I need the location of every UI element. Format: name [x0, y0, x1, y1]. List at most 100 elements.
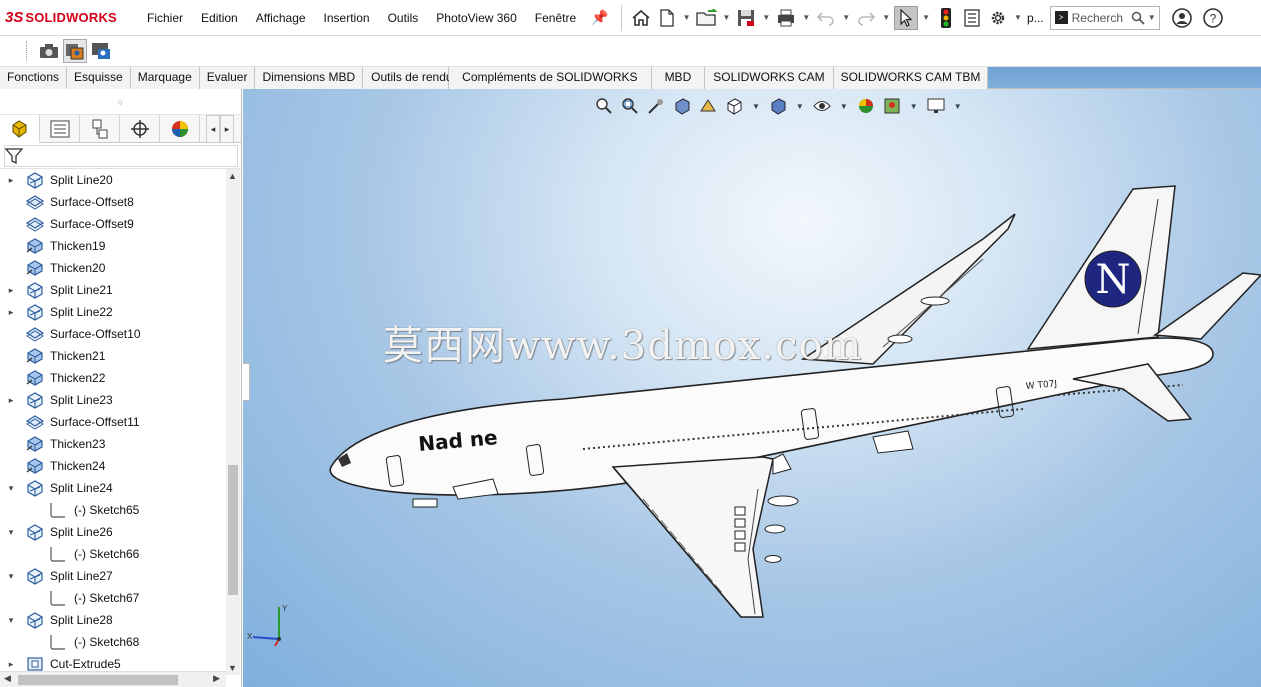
render-region-icon[interactable] [63, 39, 87, 63]
chevron-down-icon[interactable]: ▼ [762, 13, 770, 22]
select-pointer-icon[interactable] [894, 5, 919, 30]
tree-item[interactable]: Surface-Offset11 [0, 411, 226, 433]
expand-arrow-icon[interactable]: ▸ [6, 285, 16, 296]
menu-insertion[interactable]: Insertion [315, 11, 379, 25]
property-manager-tab-icon[interactable] [40, 115, 80, 143]
scroll-left-icon[interactable]: ◀ [4, 673, 11, 684]
user-account-icon[interactable] [1170, 6, 1194, 30]
tree-item[interactable]: ▾ Split Line24 [0, 477, 226, 499]
scroll-up-icon[interactable]: ▲ [228, 171, 237, 181]
feature-manager-tab-icon[interactable] [0, 115, 40, 143]
tab-fonctions[interactable]: Fonctions [0, 67, 68, 89]
dimxpert-tab-icon[interactable] [120, 115, 160, 143]
help-icon[interactable]: ? [1201, 6, 1225, 30]
solidworks-logo[interactable]: 3S SOLIDWORKS [0, 0, 138, 36]
scroll-down-icon[interactable]: ▼ [228, 663, 237, 673]
print-icon[interactable] [774, 6, 798, 30]
search-icon[interactable] [1131, 11, 1145, 25]
menu-outils[interactable]: Outils [379, 11, 428, 25]
tab-solidworks-cam-tbm[interactable]: SOLIDWORKS CAM TBM [833, 67, 989, 89]
tree-item[interactable]: Thicken19 [0, 235, 226, 257]
tree-item[interactable]: ▸ Split Line22 [0, 301, 226, 323]
tree-item[interactable]: (-) Sketch65 [0, 499, 226, 521]
filter-box[interactable] [4, 144, 238, 167]
search-input[interactable]: Recherch [1072, 11, 1131, 25]
chevron-down-icon[interactable]: ▼ [922, 13, 930, 22]
tree-item[interactable]: Surface-Offset10 [0, 323, 226, 345]
chevron-down-icon[interactable]: ▼ [1148, 13, 1156, 22]
tree-item[interactable]: Surface-Offset8 [0, 191, 226, 213]
open-folder-icon[interactable] [695, 6, 719, 30]
chevron-down-icon[interactable]: ▼ [683, 13, 691, 22]
tab-outils-de-rendu[interactable]: Outils de rendu [363, 67, 453, 89]
search-box[interactable]: > Recherch ▼ [1049, 5, 1160, 30]
tabs-scroll-right-icon[interactable]: ▸ [220, 115, 234, 143]
file-properties-icon[interactable] [960, 6, 984, 30]
menu-fichier[interactable]: Fichier [138, 11, 192, 25]
tree-item[interactable]: Thicken21 [0, 345, 226, 367]
tree-item[interactable]: ▾ Split Line28 [0, 609, 226, 631]
collapse-arrow-icon[interactable]: ▾ [6, 615, 16, 626]
tree-filter[interactable] [0, 143, 241, 169]
configuration-manager-tab-icon[interactable] [80, 115, 120, 143]
toolbar-grip[interactable] [26, 41, 28, 61]
tree-item[interactable]: Thicken22 [0, 367, 226, 389]
scroll-thumb[interactable] [18, 675, 178, 685]
menu-fenetre[interactable]: Fenêtre [526, 11, 585, 25]
display-manager-tab-icon[interactable] [160, 115, 200, 143]
airplane-model[interactable]: N Nad ne W T07J [243, 89, 1261, 687]
tree-item[interactable]: (-) Sketch66 [0, 543, 226, 565]
collapse-arrow-icon[interactable]: ▾ [6, 483, 16, 494]
scroll-right-icon[interactable]: ▶ [213, 673, 220, 684]
camera-icon[interactable] [37, 39, 61, 63]
tree-horizontal-scrollbar[interactable]: ◀ ▶ [0, 671, 226, 687]
chevron-down-icon[interactable]: ▼ [802, 13, 810, 22]
tree-item[interactable]: ▾ Split Line27 [0, 565, 226, 587]
graphics-area[interactable]: ◫ ◨ – ❐ ▼ ▼ ▼ ▼ ▼ [243, 89, 1261, 687]
menu-affichage[interactable]: Affichage [247, 11, 315, 25]
tree-item[interactable]: (-) Sketch68 [0, 631, 226, 653]
expand-arrow-icon[interactable]: ▸ [6, 395, 16, 406]
chevron-down-icon[interactable]: ▼ [842, 13, 850, 22]
tab-esquisse[interactable]: Esquisse [67, 67, 131, 89]
collapse-arrow-icon[interactable]: ▾ [6, 527, 16, 538]
tree-item[interactable]: ▸ Split Line21 [0, 279, 226, 301]
pin-icon[interactable]: 📌 [591, 9, 608, 26]
expand-arrow-icon[interactable]: ▸ [6, 659, 16, 670]
tab-dimensions-mbd[interactable]: Dimensions MBD [255, 67, 364, 89]
collapse-arrow-icon[interactable]: ▾ [6, 571, 16, 582]
user-menu-label[interactable]: p... [1027, 11, 1044, 25]
final-render-icon[interactable] [89, 39, 113, 63]
tree-item[interactable]: Thicken20 [0, 257, 226, 279]
chevron-down-icon[interactable]: ▼ [1014, 13, 1022, 22]
tree-item[interactable]: Surface-Offset9 [0, 213, 226, 235]
menu-photoview[interactable]: PhotoView 360 [427, 11, 526, 25]
tree-item[interactable]: ▸ Split Line20 [0, 169, 226, 191]
tab-marquage[interactable]: Marquage [130, 67, 200, 89]
filter-icon[interactable] [5, 147, 23, 165]
chevron-down-icon[interactable]: ▼ [882, 13, 890, 22]
tab-evaluer[interactable]: Evaluer [199, 67, 256, 89]
tree-item[interactable]: (-) Sketch67 [0, 587, 226, 609]
expand-arrow-icon[interactable]: ▸ [6, 175, 16, 186]
save-icon[interactable] [734, 6, 758, 30]
tree-item[interactable]: Thicken24 [0, 455, 226, 477]
redo-icon[interactable] [854, 6, 878, 30]
expand-arrow-icon[interactable]: ▸ [6, 307, 16, 318]
undo-icon[interactable] [814, 6, 838, 30]
tree-item[interactable]: ▾ Split Line26 [0, 521, 226, 543]
traffic-light-icon[interactable] [934, 6, 958, 30]
tree-item[interactable]: ▸ Split Line23 [0, 389, 226, 411]
tab-solidworks-cam[interactable]: SOLIDWORKS CAM [705, 67, 834, 89]
tree-item[interactable]: Thicken23 [0, 433, 226, 455]
chevron-down-icon[interactable]: ▼ [723, 13, 731, 22]
tab-complements[interactable]: Compléments de SOLIDWORKS [449, 67, 652, 89]
gear-icon[interactable] [986, 6, 1010, 30]
tree-vertical-scrollbar[interactable]: ▲ ▼ [226, 169, 240, 675]
tab-mbd[interactable]: MBD [651, 67, 706, 89]
menu-edition[interactable]: Edition [192, 11, 247, 25]
new-document-icon[interactable] [655, 6, 679, 30]
panel-splitter[interactable]: ○ [0, 89, 241, 115]
tabs-scroll-left-icon[interactable]: ◂ [206, 115, 220, 143]
scroll-thumb[interactable] [228, 465, 238, 595]
